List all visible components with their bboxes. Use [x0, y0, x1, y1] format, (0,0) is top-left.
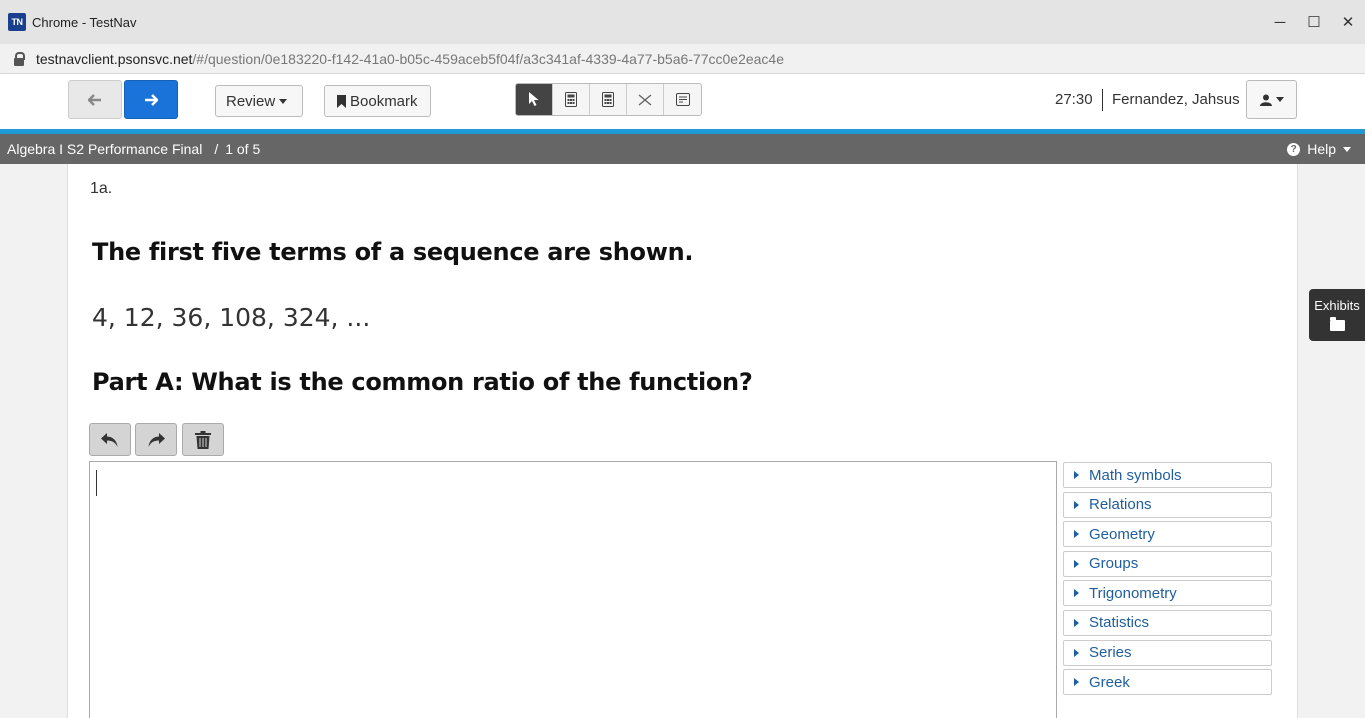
clear-button[interactable]	[182, 423, 224, 456]
question-panel: 1a. The first five terms of a sequence a…	[67, 164, 1298, 718]
undo-button[interactable]	[89, 423, 131, 456]
caret-right-icon	[1074, 559, 1079, 568]
help-menu-button[interactable]: ? Help	[1287, 134, 1351, 164]
url-path: /#/question/0e183220-f142-41a0-b05c-459a…	[192, 50, 785, 67]
test-title-bar: Algebra I S2 Performance Final / 1 of 5 …	[0, 134, 1365, 164]
student-name: Fernandez, Jahsus	[1112, 91, 1240, 108]
pointer-tool[interactable]	[516, 84, 553, 115]
lock-icon	[14, 51, 25, 66]
tool-group	[515, 83, 702, 116]
url-host: testnavclient.psonsvc.net	[36, 50, 193, 67]
palette-math-symbols[interactable]: Math symbols	[1063, 462, 1272, 488]
test-name: Algebra I S2 Performance Final	[7, 141, 203, 157]
previous-question-button[interactable]	[68, 80, 122, 119]
arrow-right-icon	[145, 93, 158, 106]
test-timer: 27:30	[1055, 91, 1093, 108]
answer-eliminator-tool[interactable]	[627, 84, 664, 115]
exhibits-button[interactable]: Exhibits	[1309, 289, 1365, 341]
palette-label: Math symbols	[1089, 466, 1182, 484]
calculator-tool[interactable]	[553, 84, 590, 115]
user-menu-button[interactable]	[1246, 80, 1297, 119]
caret-right-icon	[1074, 648, 1079, 657]
notepad-icon	[675, 93, 690, 106]
caret-right-icon	[1074, 530, 1079, 539]
palette-label: Statistics	[1089, 614, 1150, 632]
review-dropdown-button[interactable]: Review	[215, 85, 303, 117]
calculator-icon	[565, 92, 577, 107]
arrow-left-icon	[88, 93, 101, 106]
folder-icon	[1329, 317, 1345, 331]
palette-label: Geometry	[1089, 525, 1155, 543]
url-text[interactable]: testnavclient.psonsvc.net/#/question/0e1…	[36, 51, 784, 67]
chevron-down-icon	[279, 98, 288, 104]
testnav-logo-icon: TN	[8, 13, 26, 31]
toolbar-divider	[1102, 89, 1103, 111]
palette-label: Relations	[1089, 496, 1152, 514]
redo-button[interactable]	[135, 423, 177, 456]
bookmark-icon	[337, 94, 346, 108]
palette-statistics[interactable]: Statistics	[1063, 609, 1272, 636]
scientific-calculator-tool[interactable]	[590, 84, 627, 115]
caret-right-icon	[1074, 589, 1079, 598]
sequence-terms: 4, 12, 36, 108, 324, ...	[92, 303, 371, 332]
question-number: 1a.	[90, 180, 113, 197]
minimize-button[interactable]: ─	[1263, 0, 1297, 44]
scissors-icon	[638, 93, 652, 106]
palette-label: Groups	[1089, 555, 1139, 573]
palette-label: Series	[1089, 644, 1132, 662]
bookmark-label: Bookmark	[350, 92, 418, 110]
question-stem-line-2: Part A: What is the common ratio of the …	[92, 368, 753, 396]
next-question-button[interactable]	[124, 80, 178, 119]
question-circle-icon: ?	[1287, 142, 1301, 156]
pointer-icon	[529, 92, 539, 106]
maximize-button[interactable]: ☐	[1297, 0, 1331, 44]
text-cursor	[96, 470, 97, 496]
address-bar[interactable]: testnavclient.psonsvc.net/#/question/0e1…	[0, 44, 1365, 74]
answer-input-area[interactable]	[89, 461, 1057, 718]
equation-palette: Math symbols Relations Geometry Groups T…	[1063, 462, 1272, 699]
window-title: Chrome - TestNav	[32, 14, 137, 30]
palette-series[interactable]: Series	[1063, 639, 1272, 666]
user-icon	[1259, 94, 1272, 106]
chevron-down-icon	[1275, 97, 1284, 102]
breadcrumb-separator: /	[214, 141, 219, 157]
redo-icon	[148, 432, 165, 447]
palette-label: Trigonometry	[1089, 584, 1177, 602]
caret-right-icon	[1074, 678, 1079, 687]
help-label: Help	[1307, 141, 1336, 157]
caret-right-icon	[1074, 618, 1079, 627]
caret-right-icon	[1074, 500, 1079, 509]
bookmark-button[interactable]: Bookmark	[324, 85, 431, 117]
window-title-bar: TN Chrome - TestNav ─ ☐ ✕	[0, 0, 1365, 44]
scientific-calculator-icon	[602, 92, 614, 107]
review-label: Review	[226, 92, 276, 110]
undo-icon	[101, 432, 118, 447]
palette-relations[interactable]: Relations	[1063, 491, 1272, 518]
exhibits-label: Exhibits	[1314, 298, 1360, 313]
palette-groups[interactable]: Groups	[1063, 550, 1272, 577]
test-toolbar: Review Bookmark 27:30 Fernandez, Jahsus	[0, 74, 1365, 129]
trash-icon	[195, 430, 211, 449]
palette-geometry[interactable]: Geometry	[1063, 521, 1272, 548]
palette-label: Greek	[1089, 673, 1130, 691]
palette-greek[interactable]: Greek	[1063, 669, 1272, 696]
notepad-tool[interactable]	[664, 84, 701, 115]
close-button[interactable]: ✕	[1331, 0, 1365, 44]
chevron-down-icon	[1343, 146, 1351, 152]
window-controls: ─ ☐ ✕	[1263, 0, 1365, 44]
palette-trigonometry[interactable]: Trigonometry	[1063, 580, 1272, 607]
question-stem-line-1: The first five terms of a sequence are s…	[92, 238, 694, 266]
caret-right-icon	[1074, 471, 1079, 479]
question-position: 1 of 5	[225, 141, 261, 157]
